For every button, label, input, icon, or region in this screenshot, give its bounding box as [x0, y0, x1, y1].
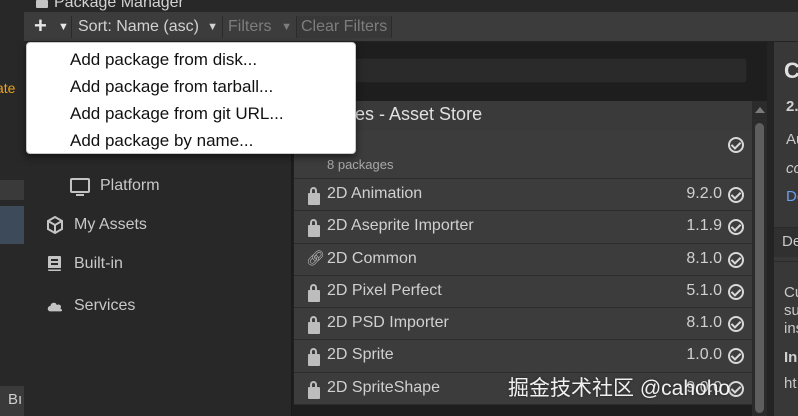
package-version: 8.1.0 — [686, 249, 722, 267]
plus-icon: + — [34, 13, 47, 38]
lock-icon — [308, 219, 320, 238]
lock-icon — [308, 316, 320, 335]
caret-down-icon: ▼ — [207, 21, 218, 33]
menu-item-add-from-disk[interactable]: Add package from disk... — [27, 46, 355, 73]
package-version: 9.2.0 — [686, 185, 722, 202]
library-icon — [48, 256, 61, 271]
lock-icon — [308, 283, 320, 302]
toolbar: + ▼ Sort: Name (asc) ▼ Filters ▼ Clear F… — [24, 12, 798, 42]
check-circle-icon — [728, 219, 744, 236]
sidebar-item-label: Services — [74, 297, 136, 314]
caret-down-icon: ▼ — [281, 21, 292, 33]
detail-link[interactable]: De — [786, 188, 798, 205]
add-package-button[interactable]: + ▼ — [28, 13, 70, 38]
editor-warning-text: ate — [0, 80, 16, 96]
list-item[interactable]: 2D Aseprite Importer 1.1.9 — [294, 211, 752, 244]
package-name: 2D Animation — [327, 185, 423, 202]
package-manager-window-icon — [36, 0, 48, 8]
package-name: 2D Sprite — [327, 346, 394, 364]
sidebar-item-label: My Assets — [74, 216, 147, 233]
package-name: 2D Common — [327, 249, 417, 267]
check-circle-icon — [728, 380, 744, 397]
lock-icon — [308, 348, 320, 367]
sidebar-item-label: Built-in — [74, 255, 123, 272]
monitor-icon — [70, 178, 90, 196]
divider — [774, 261, 798, 262]
detail-author: Au — [786, 131, 798, 148]
package-name: 2D SpriteShape — [327, 378, 440, 396]
package-count: 8 packages — [327, 157, 394, 172]
package-version: 8.1.0 — [686, 314, 722, 332]
package-name: 2D PSD Importer — [327, 314, 449, 332]
sort-dropdown[interactable]: Sort: Name (asc) ▼ — [74, 16, 220, 38]
package-group-row[interactable]: 8 packages — [294, 131, 752, 179]
detail-url-text: ht — [784, 375, 797, 392]
editor-selected-row[interactable] — [0, 206, 24, 244]
detail-title: C — [784, 58, 798, 83]
editor-tab[interactable] — [0, 180, 24, 200]
lock-icon — [308, 380, 320, 399]
detail-version: 2. — [786, 98, 798, 115]
package-name: 2D Pixel Perfect — [327, 281, 442, 299]
editor-bottom-tab[interactable]: Bı — [0, 386, 24, 416]
window-title-bar: Package Manager — [24, 0, 798, 12]
list-item[interactable]: 2D Animation 9.2.0 — [294, 179, 752, 212]
box-icon — [47, 216, 63, 234]
check-circle-icon — [728, 251, 744, 268]
search-input[interactable] — [300, 58, 747, 83]
editor-left-strip: ate Bı — [0, 0, 24, 416]
sort-label: Sort: Name (asc) — [78, 18, 199, 35]
list-item[interactable]: 🔗︎ 2D Common 8.1.0 — [294, 243, 752, 276]
window-title: Package Manager — [54, 0, 184, 11]
sidebar-item-label: Platform — [100, 177, 160, 194]
detail-description: Cu su ins — [784, 284, 798, 337]
add-package-menu: Add package from disk... Add package fro… — [26, 42, 356, 154]
lock-icon — [308, 187, 320, 205]
package-detail-panel: C 2. Au co De De Cu su ins In ht — [774, 42, 798, 416]
package-list-scrollbar[interactable] — [752, 101, 767, 416]
check-circle-icon — [728, 187, 744, 203]
check-circle-icon — [728, 348, 744, 365]
package-version: 1.1.9 — [686, 217, 722, 235]
detail-section-heading: In — [784, 349, 798, 366]
package-version: 5.1.0 — [686, 281, 722, 299]
cloud-icon — [47, 302, 63, 312]
scrollbar-thumb[interactable] — [755, 123, 764, 413]
check-circle-icon — [728, 137, 744, 153]
filters-dropdown[interactable]: Filters ▼ — [224, 16, 294, 38]
package-list-header: kages - Asset Store — [294, 101, 752, 131]
detail-company: co — [786, 160, 798, 177]
menu-item-add-from-tarball[interactable]: Add package from tarball... — [27, 73, 355, 100]
list-item[interactable]: 2D Sprite 1.0.0 — [294, 340, 752, 373]
tab-description[interactable]: De — [782, 233, 798, 250]
list-item[interactable]: 2D Pixel Perfect 5.1.0 — [294, 275, 752, 309]
link-icon: 🔗︎ — [306, 249, 326, 267]
check-circle-icon — [728, 283, 744, 300]
list-item[interactable]: 2D PSD Importer 8.1.0 — [294, 308, 752, 341]
caret-down-icon: ▼ — [58, 21, 69, 33]
menu-item-add-from-git-url[interactable]: Add package from git URL... — [27, 100, 355, 127]
package-version: 1.0.0 — [686, 346, 722, 364]
package-name: 2D Aseprite Importer — [327, 217, 474, 235]
menu-item-add-by-name[interactable]: Add package by name... — [27, 127, 355, 154]
filters-label: Filters — [228, 18, 272, 35]
watermark: 掘金技术社区 @cahoho — [508, 377, 731, 400]
panel-divider[interactable] — [767, 42, 774, 416]
scroll-up-arrow-icon[interactable] — [755, 107, 765, 113]
check-circle-icon — [728, 316, 744, 333]
clear-filters-button[interactable]: Clear Filters — [296, 16, 392, 38]
